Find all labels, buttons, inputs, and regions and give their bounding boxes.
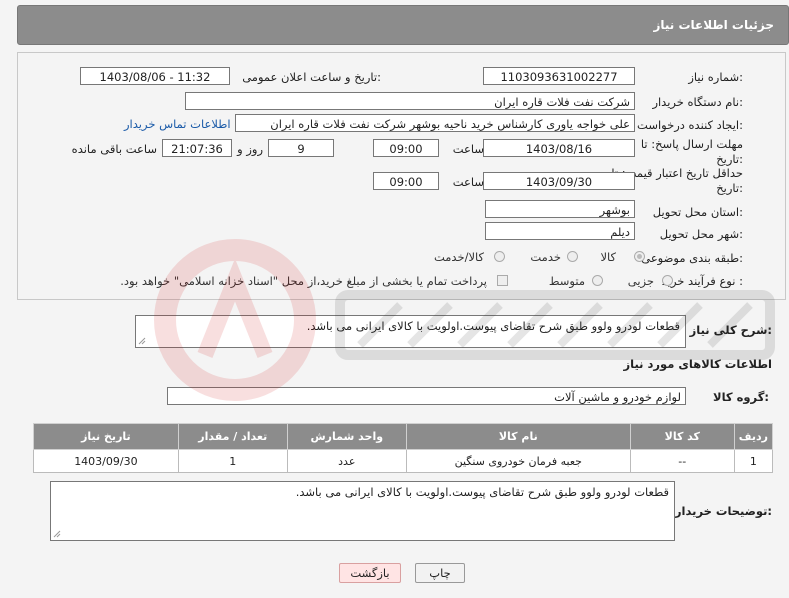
cell-row-number: 1: [733, 449, 774, 473]
items-table-header: ردیف کد کالا نام کالا واحد شمارش تعداد /…: [33, 423, 774, 450]
print-button[interactable]: چاپ: [415, 563, 465, 583]
description-label: شرح کلی نیاز:: [689, 323, 772, 337]
deadline-time-field: 09:00: [373, 139, 439, 157]
deadline-label-line1: مهلت ارسال پاسخ: تا: [640, 137, 743, 151]
city-label: شهر محل تحویل:: [659, 227, 743, 241]
requester-label: ایجاد کننده درخواست:: [637, 118, 743, 132]
deadline-date-field: 1403/08/16: [483, 139, 635, 157]
resize-grip-icon[interactable]: [53, 530, 61, 538]
need-number-field: 1103093631002277: [483, 67, 635, 85]
goods-group-field: لوازم خودرو و ماشین آلات: [167, 387, 686, 405]
announce-datetime-label: تاریخ و ساعت اعلان عمومی:: [242, 70, 381, 84]
col-row-number: ردیف: [733, 423, 774, 450]
deadline-label: مهلت ارسال پاسخ: تا تاریخ:: [641, 137, 743, 167]
treasury-payment-checkbox[interactable]: [497, 275, 508, 286]
description-textarea[interactable]: قطعات لودرو ولوو طبق شرح تقاضای پیوست.او…: [135, 315, 686, 348]
province-label: استان محل تحویل:: [652, 205, 743, 219]
category-service-radio[interactable]: [567, 251, 578, 262]
cell-unit: عدد: [286, 449, 407, 473]
category-goods-label: کالا: [600, 250, 616, 264]
buyer-notes-textarea[interactable]: قطعات لودرو ولوو طبق شرح تقاضای پیوست.او…: [50, 481, 675, 541]
page-title: جزئیات اطلاعات نیاز: [653, 18, 774, 32]
requester-field: علی خواجه یاوری کارشناس خرید ناحیه بوشهر…: [235, 114, 635, 132]
purchase-medium-radio[interactable]: [592, 275, 603, 286]
buyer-notes-label: توضیحات خریدار:: [674, 504, 772, 518]
validity-time-label: ساعت: [452, 175, 484, 189]
buyer-contact-link[interactable]: اطلاعات تماس خریدار: [124, 117, 231, 131]
back-button[interactable]: بازگشت: [339, 563, 401, 583]
validity-date-field: 1403/09/30: [483, 172, 635, 190]
announce-datetime-field: 1403/08/06 - 11:32: [80, 67, 230, 85]
category-goods-service-label: کالا/خدمت: [433, 250, 484, 264]
purchase-medium-label: متوسط: [548, 274, 585, 288]
days-label: روز و: [237, 142, 263, 156]
city-field: دیلم: [485, 222, 635, 240]
cell-need-date: 1403/09/30: [33, 449, 179, 473]
validity-time-field: 09:00: [373, 172, 439, 190]
cell-quantity: 1: [177, 449, 288, 473]
purchase-minor-radio[interactable]: [662, 275, 673, 286]
items-table: ردیف کد کالا نام کالا واحد شمارش تعداد /…: [33, 423, 774, 473]
col-need-date: تاریخ نیاز: [33, 423, 179, 450]
province-field: بوشهر: [485, 200, 635, 218]
goods-group-label: گروه کالا:: [713, 390, 769, 404]
cell-item-code: --: [629, 449, 735, 473]
remaining-days-field: 9: [268, 139, 334, 157]
buyer-org-field: شرکت نفت فلات قاره ایران: [185, 92, 635, 110]
goods-info-title: اطلاعات کالاهای مورد نیاز: [623, 357, 772, 371]
page-header: جزئیات اطلاعات نیاز: [17, 5, 789, 45]
description-text: قطعات لودرو ولوو طبق شرح تقاضای پیوست.او…: [306, 319, 680, 333]
category-goods-radio[interactable]: [634, 251, 645, 262]
need-number-label: شماره نیاز:: [688, 70, 743, 84]
category-label: طبقه بندی موضوعی:: [641, 251, 743, 265]
resize-grip-icon[interactable]: [138, 337, 146, 345]
remaining-time-label: ساعت باقی مانده: [71, 142, 157, 156]
col-unit: واحد شمارش: [286, 423, 407, 450]
purchase-minor-label: جزیی: [627, 274, 654, 288]
buyer-org-label: نام دستگاه خریدار:: [652, 95, 743, 109]
category-service-label: خدمت: [530, 250, 561, 264]
col-item-code: کد کالا: [629, 423, 735, 450]
deadline-label-line2: تاریخ:: [716, 152, 743, 166]
deadline-time-label: ساعت: [452, 142, 484, 156]
col-item-name: نام کالا: [405, 423, 631, 450]
buyer-notes-text: قطعات لودرو ولوو طبق شرح تقاضای پیوست.او…: [295, 485, 669, 499]
cell-item-name: جعبه فرمان خودروی سنگین: [405, 449, 631, 473]
treasury-payment-note: پرداخت تمام یا بخشی از مبلغ خرید،از محل …: [120, 274, 487, 288]
table-row: 1 -- جعبه فرمان خودروی سنگین عدد 1 1403/…: [33, 449, 774, 473]
col-quantity: تعداد / مقدار: [177, 423, 288, 450]
category-goods-service-radio[interactable]: [494, 251, 505, 262]
remaining-time-field: 21:07:36: [162, 139, 232, 157]
purchase-type-label: نوع فرآیند خرید :: [661, 274, 743, 288]
